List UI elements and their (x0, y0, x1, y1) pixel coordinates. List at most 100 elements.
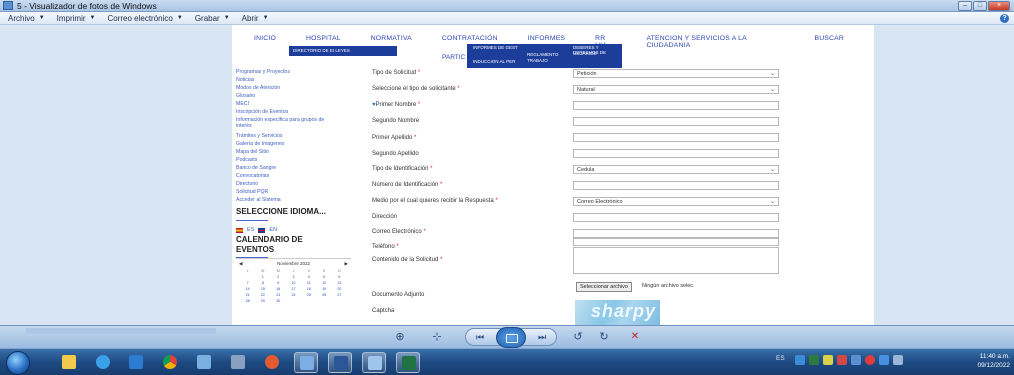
normativa-dropdown[interactable]: DIRECTORIO DE EI LEYES (289, 46, 397, 56)
tray-icon[interactable] (808, 355, 819, 365)
tray-icon[interactable] (864, 355, 875, 365)
photo-viewer-icon[interactable] (362, 352, 386, 373)
actual-size-icon[interactable]: ⊹ (428, 329, 446, 345)
lang-en-link[interactable]: EN (269, 227, 277, 233)
sidebar-link[interactable]: Modos de Atención (236, 85, 280, 91)
tipo-solicitante-select[interactable]: Natural ⌄ (573, 85, 779, 94)
calendar-day[interactable]: 9 (271, 281, 286, 285)
calendar-day[interactable]: 6 (332, 275, 347, 279)
tray-icon[interactable] (822, 355, 833, 365)
volume-icon[interactable] (892, 355, 903, 365)
numero-identificacion-input[interactable] (573, 181, 779, 190)
rotate-cw-icon[interactable]: ↻ (597, 329, 611, 345)
correo-input[interactable] (573, 229, 779, 238)
calendar-day[interactable]: 10 (286, 281, 301, 285)
calendar-day[interactable]: 15 (255, 287, 270, 291)
segundo-apellido-input[interactable] (573, 149, 779, 158)
sidebar-link[interactable]: Podcasts (236, 157, 257, 163)
zoom-icon[interactable]: ⊕ (389, 329, 411, 345)
calendar-day[interactable]: 21 (240, 293, 255, 297)
tray-icon[interactable] (850, 355, 861, 365)
menu-correo[interactable]: Correo electrónico ▼ (107, 14, 182, 23)
calendar-day[interactable]: 18 (301, 287, 316, 291)
calendar-day[interactable]: 23 (271, 293, 286, 297)
close-button[interactable]: × (988, 1, 1010, 11)
slideshow-button[interactable] (496, 327, 526, 348)
calendar-day[interactable]: 27 (332, 293, 347, 297)
tipo-identificacion-select[interactable]: Cedula ⌄ (573, 165, 779, 174)
minimize-button[interactable]: – (958, 1, 972, 11)
chrome-icon[interactable] (158, 352, 182, 373)
network-icon[interactable] (878, 355, 889, 365)
telefono-input[interactable] (573, 238, 779, 246)
tray-icon[interactable] (794, 355, 805, 365)
rotate-ccw-icon[interactable]: ↺ (571, 329, 585, 345)
calendar-day[interactable]: 5 (316, 275, 331, 279)
app-icon[interactable] (226, 352, 250, 373)
dropdown-item[interactable]: USUARIOS (573, 51, 597, 56)
primer-apellido-input[interactable] (573, 133, 779, 142)
start-button[interactable] (6, 351, 30, 375)
file-explorer-icon[interactable] (57, 352, 81, 373)
primer-nombre-input[interactable] (573, 101, 779, 110)
sidebar-link[interactable]: Inscripción de Eventos (236, 109, 288, 115)
sidebar-link[interactable]: Glosario (236, 93, 255, 99)
sidebar-link[interactable]: Acceder al Sistema (236, 197, 281, 203)
calendar-day[interactable]: 14 (240, 287, 255, 291)
calendar-day[interactable]: 1 (255, 275, 270, 279)
delete-icon[interactable]: ✕ (626, 329, 644, 345)
sidebar-link[interactable]: Noticias (236, 77, 254, 83)
calendar-day[interactable]: 17 (286, 287, 301, 291)
tray-icon[interactable] (836, 355, 847, 365)
calendar-day[interactable]: 11 (301, 281, 316, 285)
sidebar-link[interactable]: Trámites y Servicios (236, 133, 283, 139)
previous-icon[interactable]: ⏮ (470, 329, 490, 345)
dropdown-item[interactable]: INFORMES DE GEST (473, 45, 518, 50)
next-icon[interactable]: ⏭ (532, 329, 552, 345)
calendar-day[interactable]: 30 (271, 299, 286, 303)
maximize-button[interactable]: □ (973, 1, 987, 11)
app-icon[interactable] (294, 352, 318, 373)
calendar-day[interactable]: 19 (316, 287, 331, 291)
medio-respuesta-select[interactable]: Correo Electrónico ⌄ (573, 197, 779, 206)
dropdown-item[interactable]: REGLAMENTO (527, 52, 558, 57)
sidebar-link[interactable]: Programas y Proyectos (236, 69, 290, 75)
select-file-button[interactable]: Seleccionar archivo (576, 282, 632, 292)
tipo-solicitud-select[interactable]: Petición ⌄ (573, 69, 779, 78)
word-icon[interactable] (328, 352, 352, 373)
calendar-day[interactable]: 4 (301, 275, 316, 279)
calendar-day[interactable]: 12 (316, 281, 331, 285)
sidebar-link[interactable]: MECI (236, 101, 249, 107)
calendar-day[interactable]: 3 (286, 275, 301, 279)
sidebar-link[interactable]: Directorio (236, 181, 258, 187)
clock[interactable]: 11:40 a.m. 09/12/2022 (977, 352, 1010, 370)
internet-explorer-icon[interactable] (91, 352, 115, 373)
app-icon[interactable] (260, 352, 284, 373)
calendar-day[interactable]: 13 (332, 281, 347, 285)
calendar-day[interactable]: 22 (255, 293, 270, 297)
language-indicator[interactable]: ES (776, 355, 785, 365)
segundo-nombre-input[interactable] (573, 117, 779, 126)
calendar-day[interactable]: 26 (316, 293, 331, 297)
calendar-day[interactable]: 24 (286, 293, 301, 297)
media-player-icon[interactable] (124, 352, 148, 373)
nav-buscar[interactable]: BUSCAR (814, 35, 844, 49)
nav-inicio[interactable]: INICIO (254, 35, 276, 49)
sidebar-link[interactable]: Información específica para grupos de in… (236, 117, 326, 129)
calendar-day[interactable]: 25 (301, 293, 316, 297)
help-icon[interactable]: ? (1000, 14, 1009, 23)
menu-imprimir[interactable]: Imprimir ▼ (57, 14, 96, 23)
sidebar-link[interactable]: Galería de Imágenes (236, 141, 284, 147)
nav-participacion[interactable]: PARTIC (442, 54, 465, 61)
sidebar-link[interactable]: Convocatorias (236, 173, 269, 179)
sidebar-link[interactable]: Banco de Sangre (236, 165, 276, 171)
sidebar-link[interactable]: Solicitud PQR (236, 189, 268, 195)
calendar-day[interactable]: 7 (240, 281, 255, 285)
calendar-day[interactable]: 8 (255, 281, 270, 285)
menu-grabar[interactable]: Grabar ▼ (195, 14, 230, 23)
direccion-input[interactable] (573, 213, 779, 222)
calendar-day[interactable]: 28 (240, 299, 255, 303)
lang-es-link[interactable]: ES (247, 227, 254, 233)
contenido-textarea[interactable] (573, 247, 779, 274)
calendar-prev-icon[interactable]: ◀ (239, 261, 242, 267)
